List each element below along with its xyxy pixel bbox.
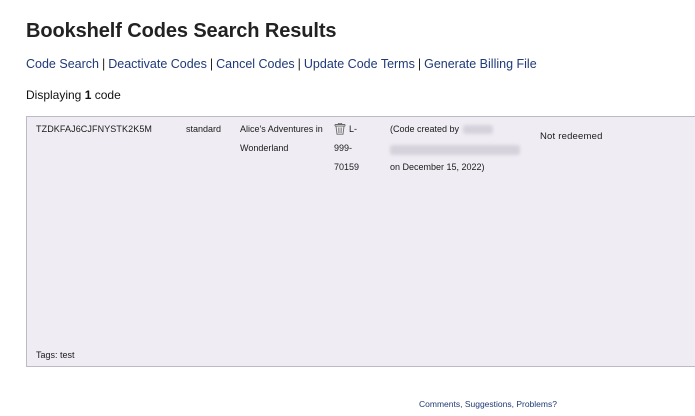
redemption-status: Not redeemed <box>540 131 603 142</box>
created-by-prefix: (Code created by <box>390 124 460 134</box>
code-created-info: (Code created by on December 15, 2022) <box>390 120 530 177</box>
created-by-line: (Code created by <box>390 120 530 139</box>
nav-update-code-terms-link[interactable]: Update Code Terms <box>304 57 415 71</box>
result-count-prefix: Displaying <box>26 88 82 102</box>
book-title: Alice's Adventures in Wonderland <box>240 124 323 153</box>
book-id-rest: 999-70159 <box>334 143 360 172</box>
nav-separator: | <box>101 57 106 71</box>
result-count: Displaying 1 code <box>26 88 121 102</box>
result-count-number: 1 <box>84 88 92 102</box>
code-value: TZDKFAJ6CJFNYSTK2K5M <box>36 124 153 134</box>
redacted-name <box>463 125 494 135</box>
result-count-suffix: code <box>94 88 121 102</box>
page-title: Bookshelf Codes Search Results <box>26 20 337 42</box>
nav-separator: | <box>417 57 422 71</box>
code-type: standard <box>186 124 222 134</box>
code-tags: Tags: test <box>36 350 75 360</box>
nav-deactivate-codes-link[interactable]: Deactivate Codes <box>108 57 207 71</box>
redacted-line <box>390 139 530 158</box>
book-id-first: L- <box>349 124 358 134</box>
created-date: on December 15, 2022) <box>390 162 485 172</box>
nav-code-search-link[interactable]: Code Search <box>26 57 99 71</box>
book-id: L- 999-70159 <box>334 120 374 177</box>
nav-links: Code Search | Deactivate Codes | Cancel Code… <box>26 57 537 71</box>
nav-generate-billing-file-link[interactable]: Generate Billing File <box>424 57 537 71</box>
nav-separator: | <box>297 57 301 71</box>
nav-cancel-codes-link[interactable]: Cancel Codes <box>216 57 295 71</box>
feedback-link[interactable]: Comments, Suggestions, Problems? <box>419 399 557 409</box>
code-result-row: TZDKFAJ6CJFNYSTK2K5M standard Alice's Ad… <box>26 116 695 367</box>
redacted-email <box>390 144 520 155</box>
nav-separator: | <box>209 57 214 71</box>
